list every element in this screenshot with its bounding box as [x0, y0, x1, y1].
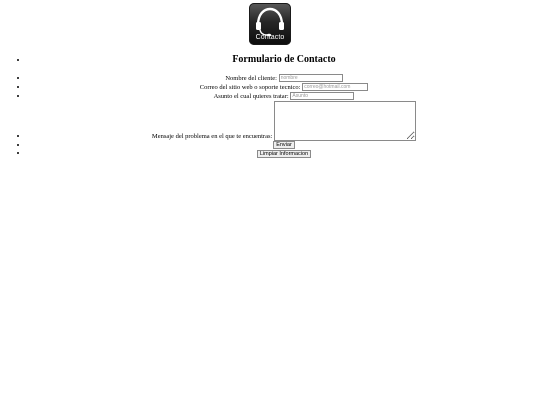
form-title: Formulario de Contacto: [232, 54, 336, 65]
message-label: Mensaje del problema en el que te encuen…: [151, 133, 273, 140]
submit-button[interactable]: Enviar: [273, 141, 295, 150]
contact-form: Formulario de Contacto Nombre del client…: [0, 54, 540, 158]
contacto-logo: Contacto: [249, 3, 291, 45]
list-item-email: Correo del sitio web o soporte tecnico:: [28, 83, 540, 92]
subject-label: Asunto el cual quieres tratar:: [213, 93, 289, 100]
page: Contacto Formulario de Contacto Nombre d…: [0, 0, 540, 405]
message-textarea[interactable]: [274, 101, 417, 141]
list-item-subject: Asunto el cual quieres tratar:: [28, 92, 540, 101]
name-label: Nombre del cliente:: [225, 75, 277, 82]
email-label: Correo del sitio web o soporte tecnico:: [199, 84, 301, 91]
list-item-submit: Enviar: [28, 141, 540, 150]
reset-button[interactable]: Limpiar Informacion: [256, 149, 312, 158]
name-input[interactable]: [278, 74, 343, 83]
subject-input[interactable]: [290, 92, 355, 101]
form-list: Formulario de Contacto Nombre del client…: [0, 54, 540, 158]
list-item-reset: Limpiar Informacion: [28, 149, 540, 158]
list-item-message: Mensaje del problema en el que te encuen…: [28, 101, 540, 141]
list-item-title: Formulario de Contacto: [28, 54, 540, 66]
list-item-name: Nombre del cliente:: [28, 74, 540, 83]
header: Contacto: [0, 0, 540, 47]
logo-text: Contacto: [255, 34, 285, 41]
email-input[interactable]: [302, 83, 369, 92]
